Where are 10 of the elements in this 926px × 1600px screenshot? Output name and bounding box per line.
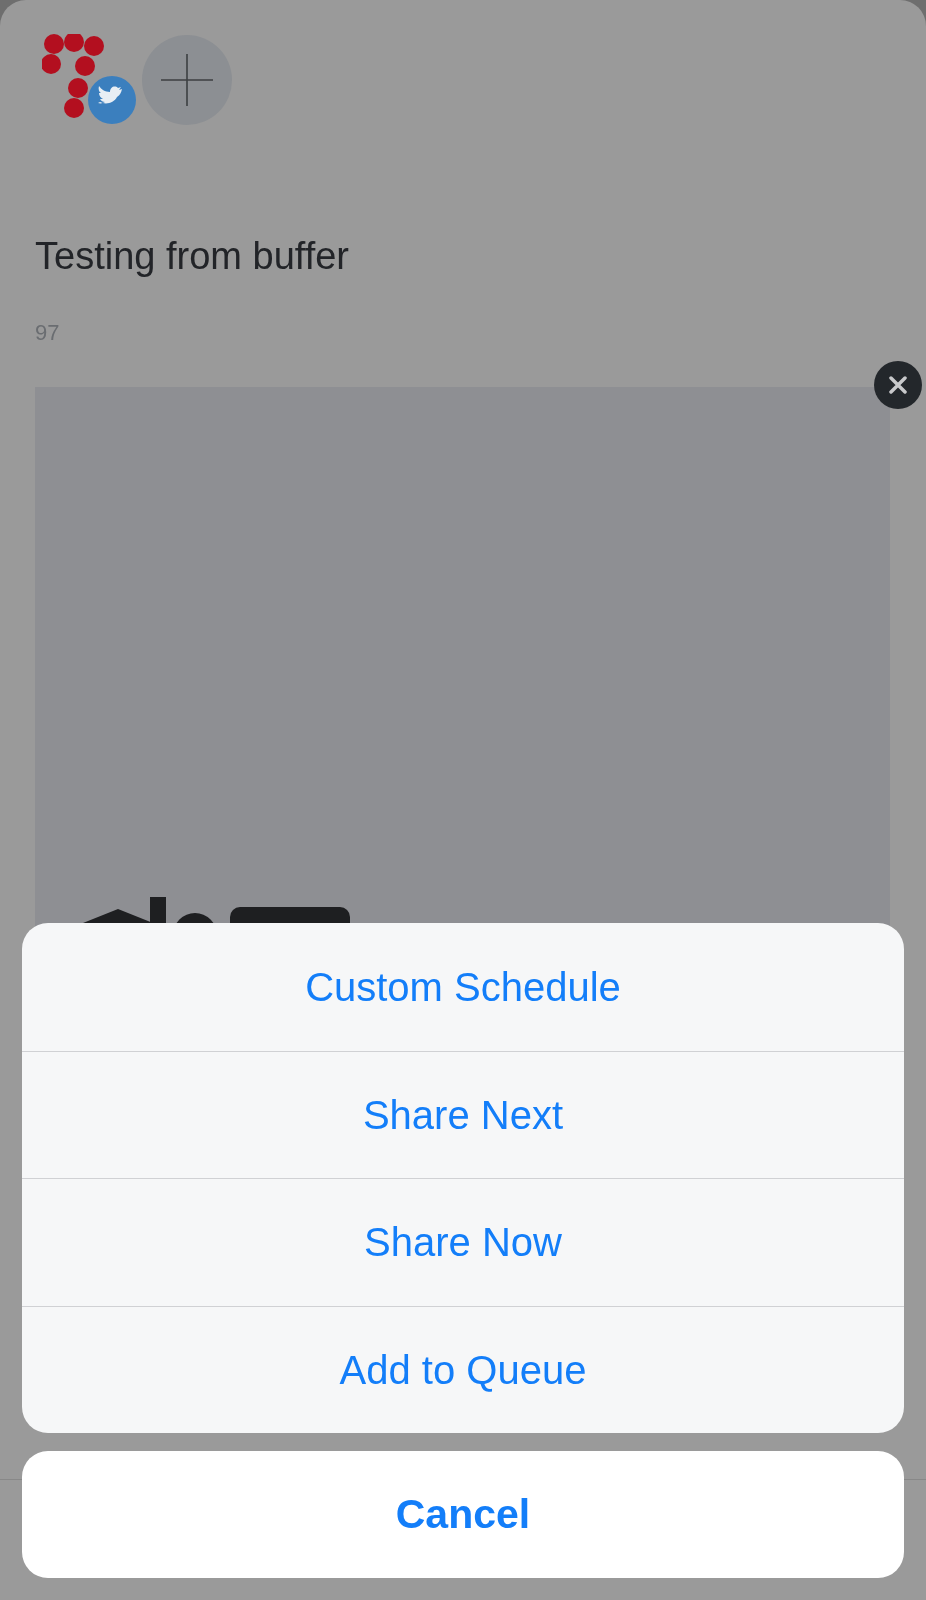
post-text[interactable]: Testing from buffer (35, 234, 926, 280)
plus-icon (161, 54, 213, 106)
close-icon (889, 375, 907, 394)
action-option[interactable]: Share Next (22, 1050, 904, 1178)
action-option[interactable]: Add to Queue (22, 1305, 904, 1433)
action-option[interactable]: Custom Schedule (22, 923, 904, 1051)
action-option[interactable]: Share Now (22, 1178, 904, 1306)
remove-attachment-button[interactable] (874, 360, 922, 409)
account-avatar[interactable] (42, 34, 138, 126)
cancel-button[interactable]: Cancel (22, 1451, 904, 1578)
